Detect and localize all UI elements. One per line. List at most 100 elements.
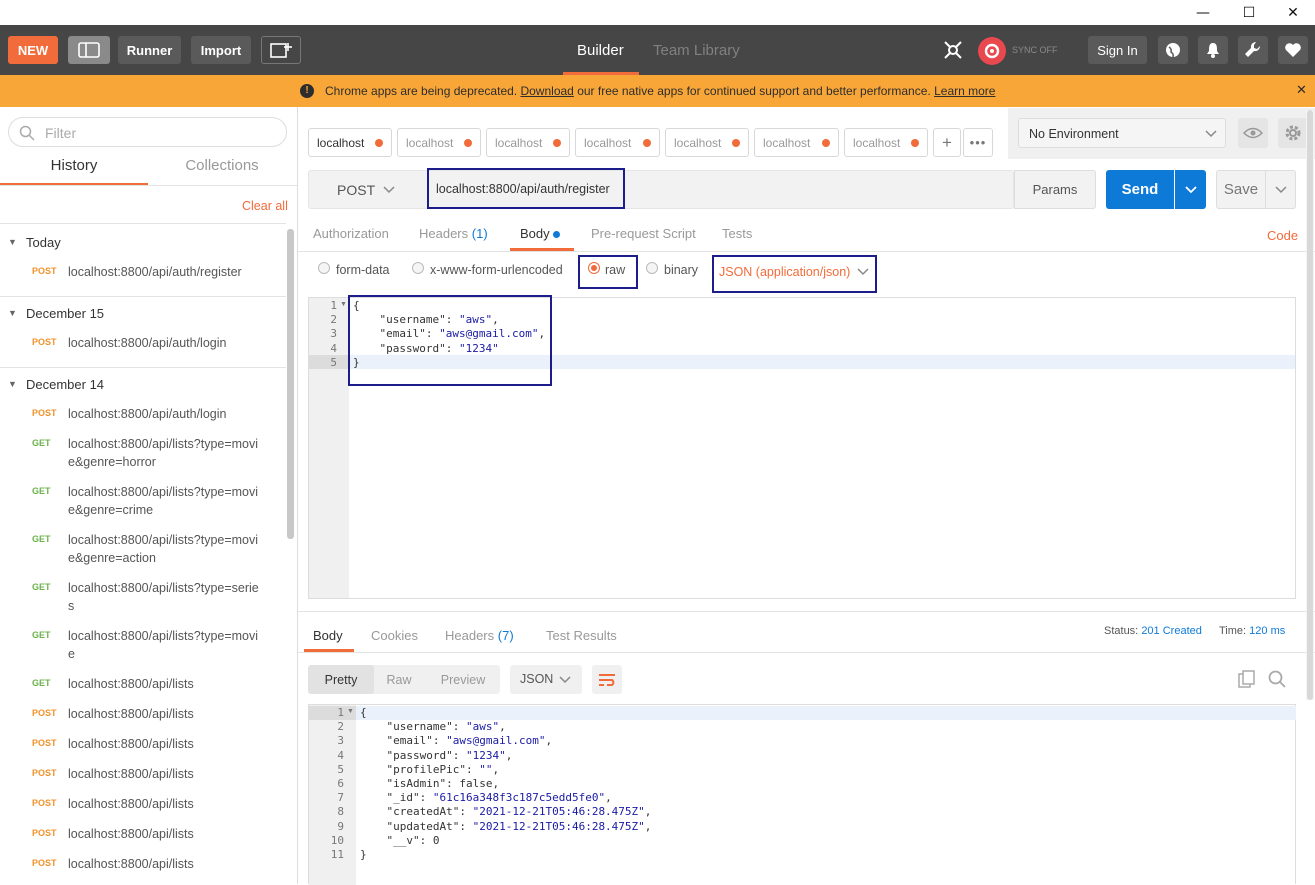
- params-button[interactable]: Params: [1014, 170, 1096, 209]
- tab-builder[interactable]: Builder: [577, 25, 624, 75]
- search-response-button[interactable]: [1268, 670, 1286, 691]
- history-url: localhost:8800/api/lists?type=series: [68, 581, 259, 613]
- history-item[interactable]: POST localhost:8800/api/lists: [0, 735, 286, 765]
- learn-more-link[interactable]: Learn more: [934, 84, 995, 98]
- clear-all-button[interactable]: Clear all: [242, 199, 288, 213]
- history-item[interactable]: POST localhost:8800/api/lists: [0, 825, 286, 855]
- minimize-button[interactable]: —: [1180, 0, 1226, 25]
- response-tab-test-results[interactable]: Test Results: [546, 628, 617, 643]
- sync-status-button[interactable]: [978, 37, 1006, 65]
- response-tab-headers[interactable]: Headers (7): [445, 628, 514, 643]
- favorite-button[interactable]: [1278, 36, 1308, 64]
- new-button[interactable]: NEW: [8, 36, 58, 64]
- add-tab-button[interactable]: +: [933, 128, 961, 157]
- environment-quick-look-button[interactable]: [1238, 118, 1268, 148]
- history-item[interactable]: POST localhost:8800/api/lists: [0, 765, 286, 795]
- divider: [0, 367, 286, 368]
- manage-environments-button[interactable]: [1278, 118, 1308, 148]
- tab-authorization[interactable]: Authorization: [313, 226, 389, 241]
- request-tab[interactable]: localhost: [844, 128, 928, 157]
- divider: [0, 223, 286, 224]
- interceptor-button[interactable]: [939, 37, 967, 63]
- send-button[interactable]: Send: [1106, 170, 1174, 209]
- response-format-value: JSON: [520, 672, 554, 686]
- form-data-radio[interactable]: [318, 262, 330, 274]
- chevron-down-icon: ▼: [8, 379, 17, 389]
- sign-in-button[interactable]: Sign In: [1088, 36, 1147, 64]
- history-item[interactable]: GET localhost:8800/api/lists?type=movie&…: [0, 435, 286, 483]
- view-pretty-button[interactable]: Pretty: [308, 665, 374, 694]
- tab-overflow-button[interactable]: •••: [963, 128, 993, 157]
- history-item[interactable]: GET localhost:8800/api/lists?type=movie: [0, 627, 286, 675]
- history-item[interactable]: GET localhost:8800/api/lists: [0, 675, 286, 705]
- method-value: POST: [337, 182, 376, 198]
- banner-close-icon[interactable]: ✕: [1296, 83, 1307, 98]
- history-group-december-15[interactable]: ▼ December 15: [0, 305, 286, 335]
- binary-label: binary: [664, 263, 699, 277]
- request-tab[interactable]: localhost: [575, 128, 660, 157]
- method-badge: GET: [32, 630, 51, 640]
- history-item[interactable]: GET localhost:8800/api/lists?type=series: [0, 579, 286, 627]
- send-options-button[interactable]: [1175, 170, 1206, 209]
- tab-headers[interactable]: Headers (1): [419, 226, 488, 241]
- history-group-december-14[interactable]: ▼ December 14: [0, 376, 286, 406]
- request-tab[interactable]: localhost: [665, 128, 749, 157]
- request-tab[interactable]: localhost: [754, 128, 839, 157]
- notifications-button[interactable]: [1198, 36, 1228, 64]
- method-select[interactable]: POST: [310, 172, 420, 207]
- download-link[interactable]: Download: [520, 84, 573, 98]
- save-button[interactable]: Save: [1216, 170, 1266, 209]
- tab-pre-request-script[interactable]: Pre-request Script: [591, 226, 696, 241]
- unsaved-dot-icon: [375, 139, 383, 147]
- browser-button[interactable]: [1158, 36, 1188, 64]
- tab-team-library[interactable]: Team Library: [653, 25, 740, 75]
- response-headers-count: (7): [497, 628, 514, 643]
- history-item[interactable]: GET localhost:8800/api/lists?type=movie&…: [0, 483, 286, 531]
- response-body-code: { "username": "aws", "email": "aws@gmail…: [360, 706, 651, 862]
- sidebar-scrollbar[interactable]: [287, 229, 294, 539]
- history-item[interactable]: POST localhost:8800/api/auth/login: [0, 405, 286, 435]
- urlencoded-radio[interactable]: [412, 262, 424, 274]
- history-item[interactable]: POST localhost:8800/api/lists: [0, 795, 286, 825]
- history-item[interactable]: GET localhost:8800/api/lists?type=movie&…: [0, 531, 286, 579]
- filter-field[interactable]: Filter: [8, 117, 287, 147]
- response-body-viewer[interactable]: 1 2 3 4 5 6 7 8 9 10 11 ▼ { "username": …: [308, 704, 1296, 885]
- history-item[interactable]: POST localhost:8800/api/auth/register: [0, 263, 286, 293]
- generate-code-link[interactable]: Code: [1267, 228, 1298, 243]
- method-badge: POST: [32, 768, 57, 778]
- request-tab[interactable]: localhost: [308, 128, 392, 157]
- tab-body[interactable]: Body: [520, 226, 561, 241]
- history-item[interactable]: POST localhost:8800/api/lists: [0, 855, 286, 884]
- settings-button[interactable]: [1238, 36, 1268, 64]
- save-options-button[interactable]: [1266, 170, 1296, 209]
- response-tab-cookies[interactable]: Cookies: [371, 628, 418, 643]
- response-format-select[interactable]: JSON: [510, 665, 582, 694]
- import-button[interactable]: Import: [191, 36, 251, 64]
- copy-response-button[interactable]: [1238, 670, 1256, 691]
- runner-button[interactable]: Runner: [118, 36, 181, 64]
- binary-radio[interactable]: [646, 262, 658, 274]
- history-group-today[interactable]: ▼ Today: [0, 234, 286, 264]
- close-window-button[interactable]: ✕: [1270, 0, 1315, 25]
- view-preview-button[interactable]: Preview: [430, 665, 496, 694]
- code-line: "__v": 0: [386, 833, 440, 847]
- environment-select[interactable]: No Environment: [1018, 118, 1226, 148]
- main-scrollbar-thumb[interactable]: [1307, 110, 1313, 700]
- unsaved-dot-icon: [643, 139, 651, 147]
- main-scrollbar-track[interactable]: [1306, 110, 1314, 700]
- body-modified-dot-icon: [553, 231, 561, 239]
- tab-history[interactable]: History: [0, 157, 148, 185]
- view-raw-button[interactable]: Raw: [374, 665, 424, 694]
- history-url: localhost:8800/api/lists: [68, 857, 194, 871]
- tab-collections[interactable]: Collections: [148, 157, 296, 185]
- tab-tests[interactable]: Tests: [722, 226, 752, 241]
- new-window-button[interactable]: [261, 36, 301, 64]
- sidebar-toggle-button[interactable]: [68, 36, 110, 64]
- history-item[interactable]: POST localhost:8800/api/auth/login: [0, 334, 286, 364]
- response-tab-body[interactable]: Body: [313, 628, 343, 643]
- request-tab[interactable]: localhost: [486, 128, 570, 157]
- maximize-button[interactable]: ☐: [1226, 0, 1272, 25]
- request-tab[interactable]: localhost: [397, 128, 481, 157]
- history-item[interactable]: POST localhost:8800/api/lists: [0, 705, 286, 735]
- wrap-lines-button[interactable]: [592, 665, 622, 694]
